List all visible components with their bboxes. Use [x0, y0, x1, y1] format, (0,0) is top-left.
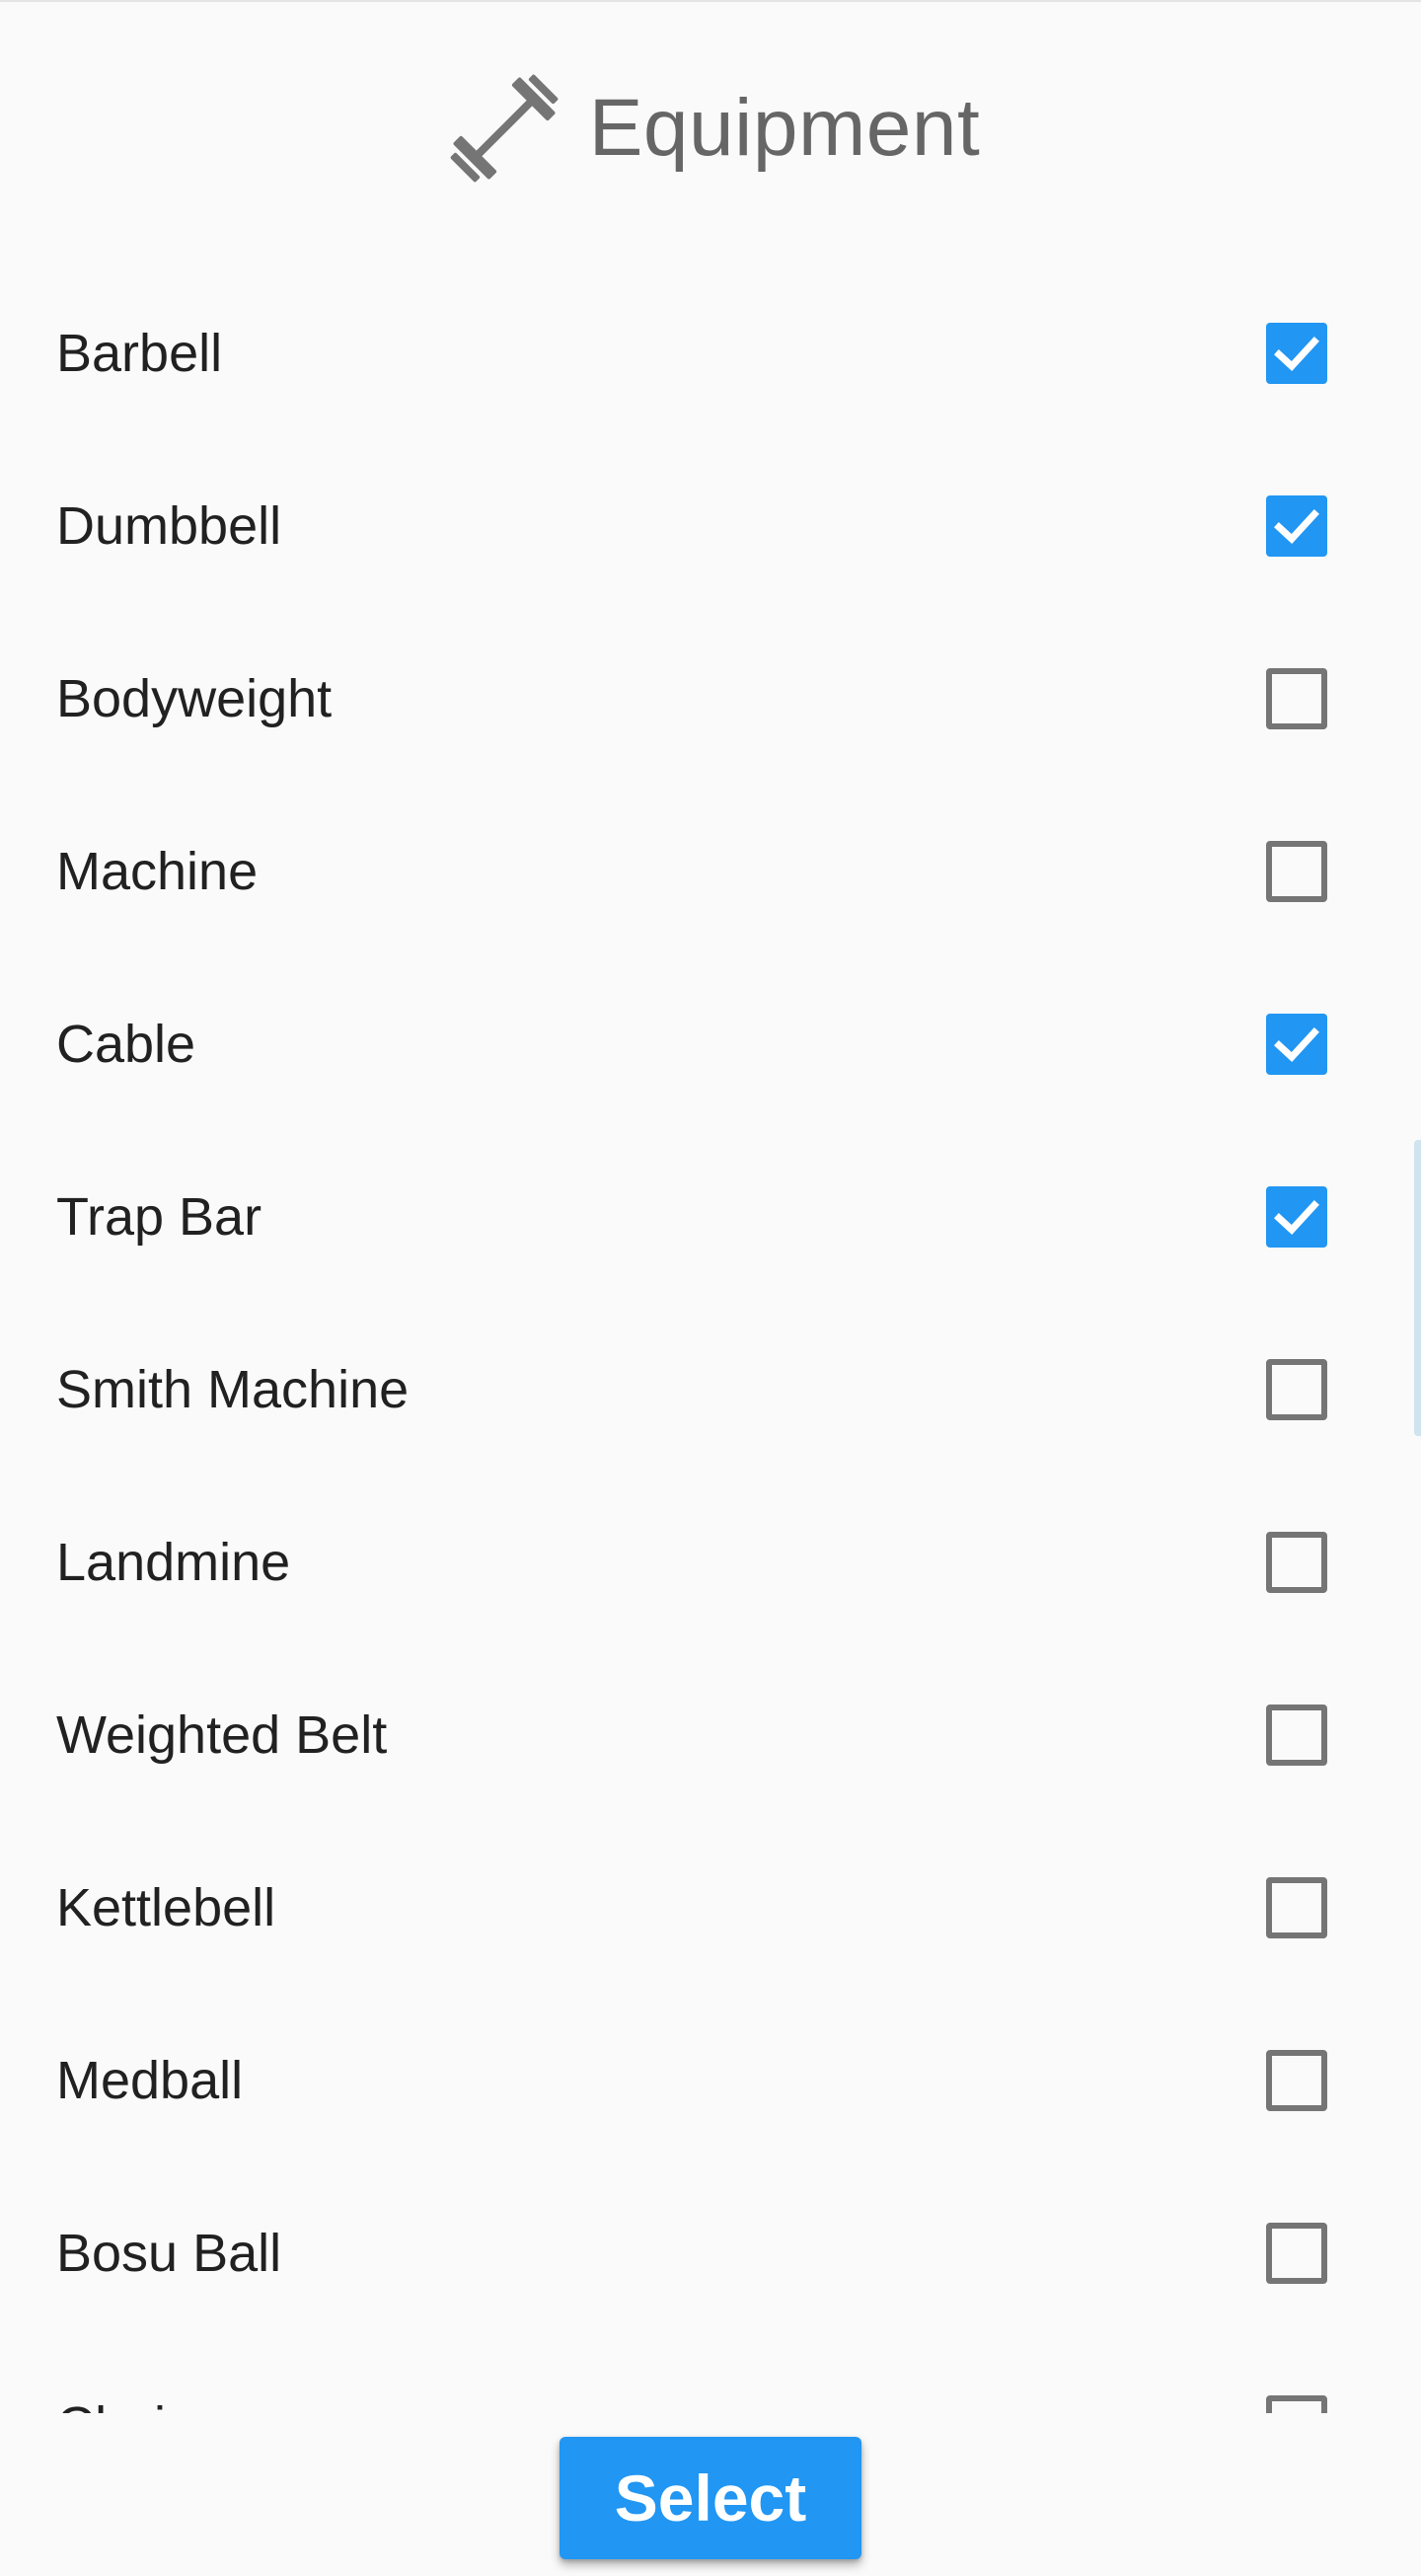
- checkbox-unchecked[interactable]: [1266, 1358, 1327, 1420]
- checkmark-icon: [1274, 508, 1319, 544]
- checkmark-icon: [1274, 336, 1319, 371]
- checkmark-icon: [1274, 1199, 1319, 1235]
- select-button[interactable]: Select: [560, 2437, 861, 2559]
- equipment-row[interactable]: Landmine: [0, 1476, 1421, 1648]
- checkmark-icon: [1274, 1026, 1319, 1062]
- equipment-row[interactable]: Barbell: [0, 266, 1421, 439]
- checkbox-checked[interactable]: [1266, 322, 1327, 384]
- equipment-row[interactable]: Trap Bar: [0, 1130, 1421, 1303]
- checkbox-checked[interactable]: [1266, 494, 1327, 557]
- equipment-label: Cable: [56, 1014, 196, 1074]
- checkbox-unchecked[interactable]: [1266, 2049, 1327, 2111]
- equipment-label: Weighted Belt: [56, 1705, 388, 1765]
- equipment-label: Trap Bar: [56, 1186, 262, 1247]
- equipment-row[interactable]: Weighted Belt: [0, 1648, 1421, 1821]
- dialog-header: Equipment: [0, 59, 1421, 197]
- equipment-row[interactable]: Chains: [0, 2339, 1421, 2413]
- equipment-label: Medball: [56, 2050, 244, 2110]
- checkbox-unchecked[interactable]: [1266, 1876, 1327, 1938]
- equipment-row[interactable]: Smith Machine: [0, 1303, 1421, 1476]
- equipment-list-viewport: Equipment Barbell Dumbbell Bodyweight Machi…: [0, 0, 1421, 2413]
- equipment-row[interactable]: Bodyweight: [0, 612, 1421, 785]
- equipment-label: Chains: [56, 2399, 222, 2414]
- checkbox-checked[interactable]: [1266, 1013, 1327, 1075]
- equipment-label: Landmine: [56, 1532, 291, 1592]
- equipment-row[interactable]: Dumbbell: [0, 439, 1421, 612]
- dumbbell-icon: [450, 74, 559, 183]
- dialog-title: Equipment: [588, 83, 981, 173]
- equipment-label: Barbell: [56, 323, 223, 383]
- equipment-row[interactable]: Cable: [0, 957, 1421, 1130]
- equipment-label: Dumbbell: [56, 495, 282, 556]
- equipment-row[interactable]: Medball: [0, 1994, 1421, 2166]
- equipment-label: Smith Machine: [56, 1359, 410, 1419]
- list-scrollbar[interactable]: [1414, 1140, 1421, 1436]
- equipment-row[interactable]: Bosu Ball: [0, 2166, 1421, 2339]
- equipment-row[interactable]: Kettlebell: [0, 1821, 1421, 1994]
- checkbox-checked[interactable]: [1266, 1185, 1327, 1248]
- equipment-label: Bosu Ball: [56, 2223, 282, 2283]
- equipment-list: Barbell Dumbbell Bodyweight Machine Cable Tra…: [0, 266, 1421, 2413]
- checkbox-unchecked[interactable]: [1266, 1704, 1327, 1766]
- equipment-row[interactable]: Machine: [0, 785, 1421, 957]
- equipment-label: Machine: [56, 841, 259, 901]
- equipment-label: Kettlebell: [56, 1877, 276, 1937]
- checkbox-unchecked[interactable]: [1266, 2222, 1327, 2284]
- checkbox-unchecked[interactable]: [1266, 667, 1327, 729]
- checkbox-unchecked[interactable]: [1266, 840, 1327, 902]
- equipment-label: Bodyweight: [56, 668, 333, 728]
- checkbox-unchecked[interactable]: [1266, 2394, 1327, 2413]
- checkbox-unchecked[interactable]: [1266, 1531, 1327, 1593]
